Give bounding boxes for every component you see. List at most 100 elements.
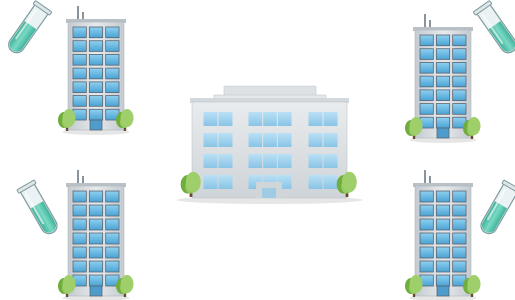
window — [452, 75, 467, 88]
window — [277, 154, 292, 168]
window — [419, 232, 434, 245]
door — [436, 127, 450, 139]
window — [72, 204, 87, 217]
window — [218, 175, 233, 189]
window — [419, 204, 434, 217]
window — [72, 81, 87, 93]
window — [419, 34, 434, 47]
window — [88, 26, 104, 39]
window — [105, 246, 120, 259]
tall-building-bottom-left — [58, 170, 134, 300]
window — [263, 112, 277, 126]
window — [263, 133, 277, 147]
window — [308, 154, 323, 168]
tall-building-top-left — [58, 6, 134, 135]
window — [105, 218, 120, 231]
window — [72, 95, 87, 107]
window — [419, 48, 434, 60]
window — [72, 26, 87, 39]
tree-foliage — [467, 282, 477, 294]
door — [436, 285, 450, 297]
window — [88, 40, 104, 52]
window — [88, 108, 104, 121]
test-tube-top-left — [8, 0, 52, 54]
tree-foliage — [467, 124, 477, 136]
tall-building-top-right — [405, 14, 481, 143]
window — [88, 81, 104, 93]
window — [218, 154, 233, 168]
window — [435, 62, 451, 74]
tree-foliage — [62, 116, 72, 128]
window — [308, 175, 323, 189]
window — [203, 133, 218, 147]
window — [105, 81, 120, 93]
tree-foliage — [409, 282, 419, 294]
window — [452, 260, 467, 273]
tree-foliage — [62, 282, 72, 294]
window — [435, 274, 451, 287]
window — [277, 133, 292, 147]
window — [105, 260, 120, 273]
window — [323, 133, 338, 147]
door — [262, 188, 276, 198]
tree-foliage — [120, 282, 130, 294]
window — [88, 260, 104, 273]
window — [452, 246, 467, 259]
window — [323, 175, 338, 189]
window — [203, 175, 218, 189]
window — [435, 75, 451, 88]
scene-canvas — [8, 0, 515, 300]
window — [72, 246, 87, 259]
test-tube-bottom-left — [16, 179, 58, 235]
window — [88, 232, 104, 245]
window — [435, 246, 451, 259]
window — [435, 260, 451, 273]
window — [218, 133, 233, 147]
window — [323, 154, 338, 168]
test-tube-bottom-right — [480, 179, 515, 235]
window — [452, 48, 467, 60]
window — [105, 232, 120, 245]
window — [248, 154, 263, 168]
window — [105, 26, 120, 39]
window — [308, 133, 323, 147]
window — [419, 89, 434, 101]
window — [452, 232, 467, 245]
window — [452, 204, 467, 217]
window — [72, 67, 87, 80]
window — [105, 190, 120, 203]
window — [452, 103, 467, 115]
window — [248, 133, 263, 147]
door — [89, 119, 103, 131]
window — [203, 112, 218, 126]
window — [218, 112, 233, 126]
window — [435, 34, 451, 47]
roof-structure — [223, 85, 317, 97]
window — [88, 67, 104, 80]
window — [419, 103, 434, 115]
window — [435, 204, 451, 217]
window — [105, 95, 120, 107]
window — [72, 232, 87, 245]
window — [105, 67, 120, 80]
window — [72, 54, 87, 66]
tall-building-bottom-right — [405, 170, 481, 300]
window — [419, 260, 434, 273]
window — [435, 89, 451, 101]
window — [419, 246, 434, 259]
window — [72, 190, 87, 203]
window — [263, 154, 277, 168]
window — [88, 246, 104, 259]
tree-foliage — [185, 179, 197, 194]
window — [452, 89, 467, 101]
window — [248, 112, 263, 126]
central-office-building — [176, 85, 363, 204]
window — [419, 62, 434, 74]
window — [105, 204, 120, 217]
tree-foliage — [409, 124, 419, 136]
window — [419, 75, 434, 88]
window — [435, 232, 451, 245]
window — [88, 95, 104, 107]
window — [452, 190, 467, 203]
window — [88, 204, 104, 217]
